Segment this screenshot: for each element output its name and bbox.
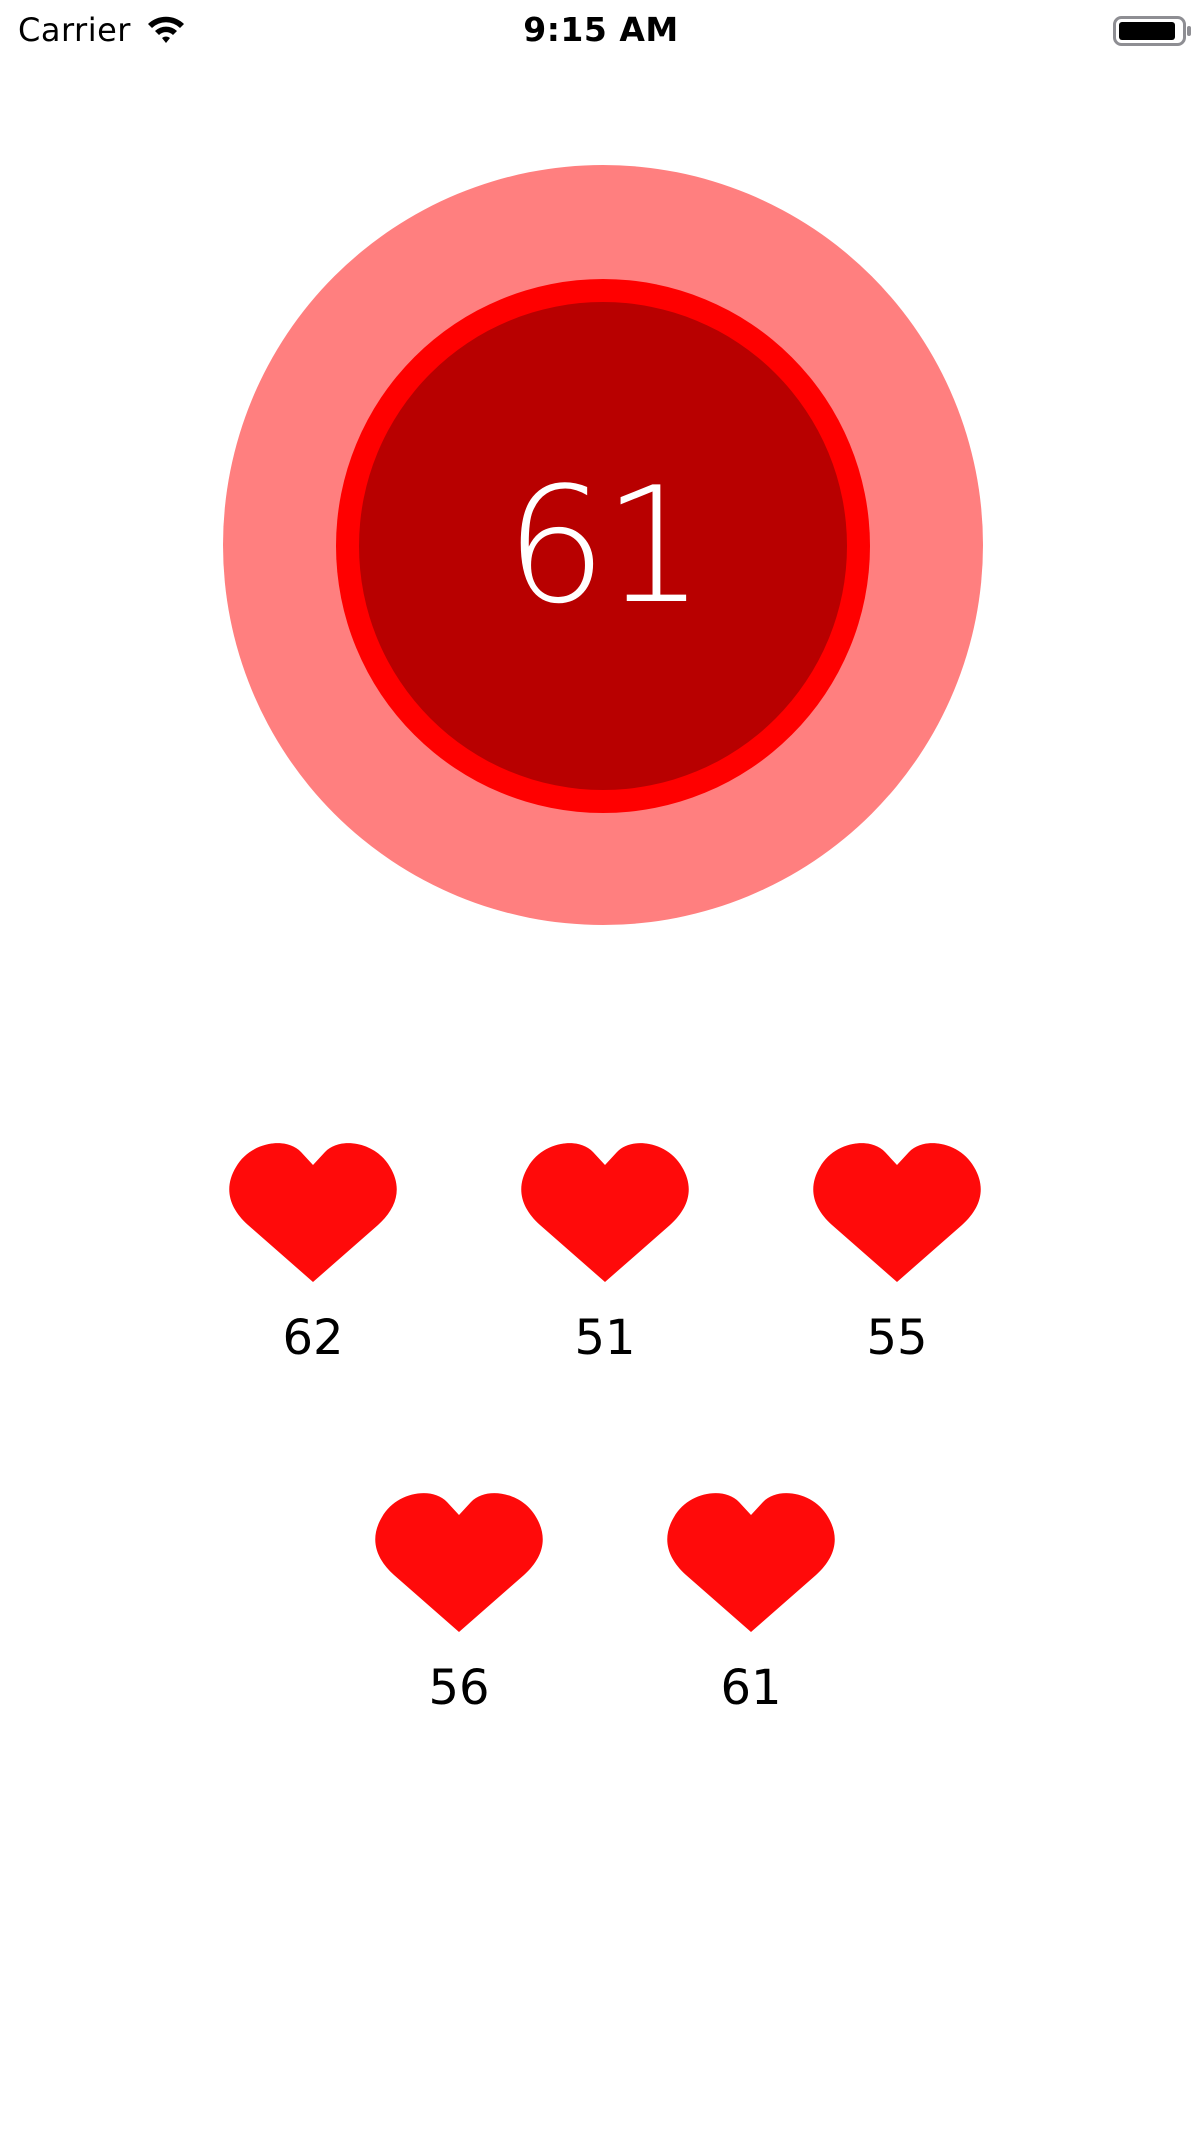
- heart-rate-gauge: 61: [223, 165, 983, 925]
- reading-value: 51: [574, 1310, 636, 1366]
- reading-item: 61: [666, 1482, 836, 1742]
- reading-value: 55: [866, 1310, 928, 1366]
- reading-value: 62: [282, 1310, 344, 1366]
- heart-icon: [375, 1493, 543, 1632]
- reading-item: 62: [228, 1132, 398, 1392]
- reading-item: 51: [520, 1132, 690, 1392]
- heart-icon: [813, 1143, 981, 1282]
- battery-icon: [1113, 16, 1191, 46]
- reading-value: 56: [428, 1660, 490, 1716]
- heart-icon: [667, 1493, 835, 1632]
- reading-item: 56: [374, 1482, 544, 1742]
- status-bar: Carrier 9:15 AM: [0, 0, 1202, 60]
- current-heart-rate: 61: [505, 451, 705, 639]
- heart-icon: [229, 1143, 397, 1282]
- status-time: 9:15 AM: [523, 10, 679, 49]
- heart-icon: [521, 1143, 689, 1282]
- reading-value: 61: [720, 1660, 782, 1716]
- reading-item: 55: [812, 1132, 982, 1392]
